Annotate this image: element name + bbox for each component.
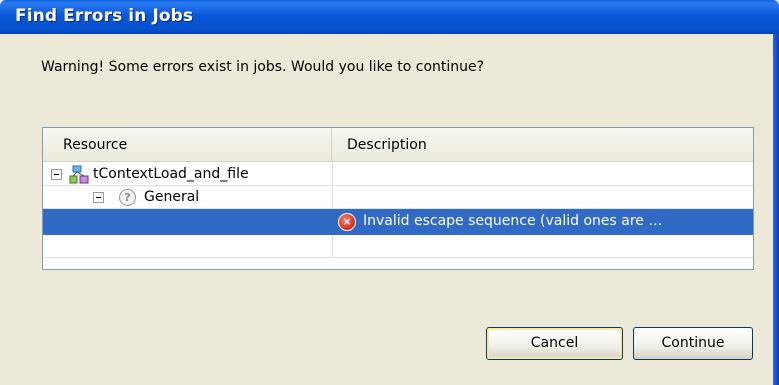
table-row (43, 235, 753, 258)
description-text: Invalid escape sequence (valid ones are … (363, 213, 663, 229)
errors-table: Resource Description tContextLoad_and_fi… (42, 127, 754, 270)
help-icon: ? (119, 189, 136, 206)
dialog-window: Find Errors in Jobs Warning! Some errors… (0, 0, 779, 385)
window-title: Find Errors in Jobs (15, 6, 194, 26)
table-row[interactable]: tContextLoad_and_file (43, 163, 753, 186)
resource-label: General (144, 189, 200, 205)
table-header: Resource Description (43, 128, 753, 162)
window-frame-right (773, 34, 779, 385)
title-bar[interactable]: Find Errors in Jobs (0, 0, 779, 34)
resource-cell: tContextLoad_and_file (43, 163, 333, 186)
column-header-resource[interactable]: Resource (43, 128, 332, 162)
job-icon (69, 165, 89, 184)
description-cell (333, 186, 753, 209)
description-cell (333, 163, 753, 186)
warning-message: Warning! Some errors exist in jobs. Woul… (41, 59, 485, 75)
table-row-selected[interactable]: × Invalid escape sequence (valid ones ar… (43, 209, 753, 235)
continue-button[interactable]: Continue (633, 327, 753, 360)
resource-label: tContextLoad_and_file (93, 166, 249, 182)
collapse-icon[interactable] (51, 169, 62, 180)
resource-cell (43, 209, 333, 235)
column-header-description[interactable]: Description (333, 128, 753, 162)
error-icon: × (338, 213, 356, 231)
collapse-icon[interactable] (93, 192, 104, 203)
table-row[interactable]: ? General (43, 186, 753, 209)
cancel-button[interactable]: Cancel (486, 327, 623, 360)
resource-cell (43, 235, 333, 258)
description-cell: × Invalid escape sequence (valid ones ar… (333, 209, 753, 235)
description-cell (333, 235, 753, 258)
resource-cell: ? General (43, 186, 333, 209)
